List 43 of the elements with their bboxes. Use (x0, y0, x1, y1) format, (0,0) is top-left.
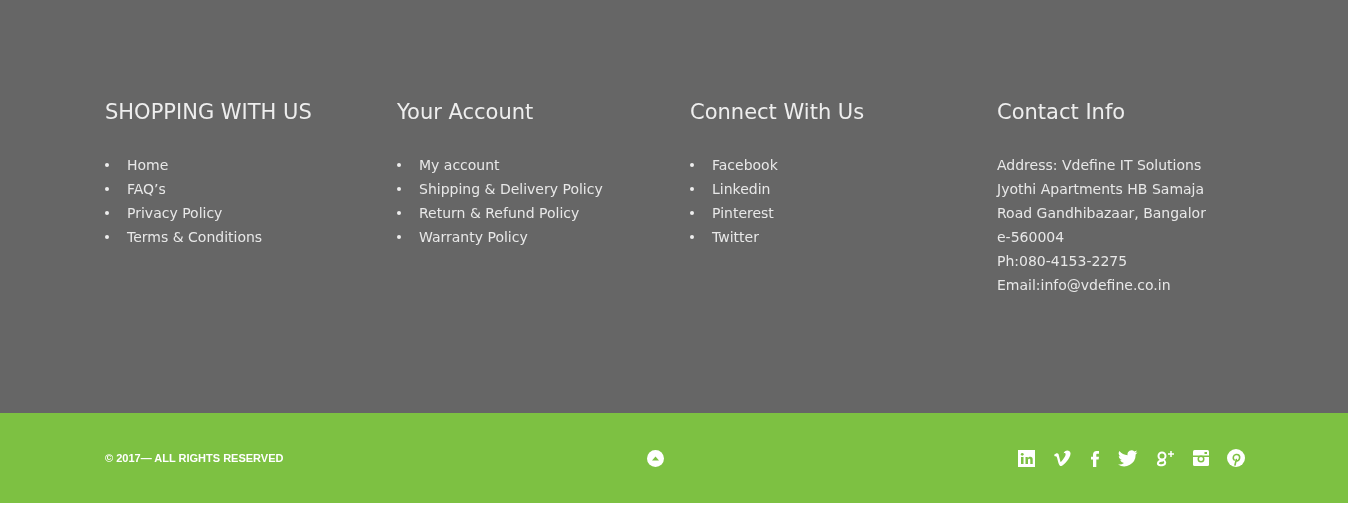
bullet-icon (690, 187, 694, 191)
linkedin-icon[interactable] (1018, 449, 1035, 467)
contact-line: Jyothi Apartments HB Samaja (997, 180, 1206, 199)
footer-link[interactable]: Facebook (712, 157, 778, 173)
footer-link[interactable]: FAQ’s (127, 181, 166, 197)
contact-line: Email:info@vdefine.co.in (997, 276, 1172, 295)
bird-icon[interactable] (1118, 449, 1138, 467)
contact-line: e-560004 (997, 228, 1066, 247)
bullet-icon (105, 187, 109, 191)
footer-link[interactable]: Pinterest (712, 205, 774, 221)
bullet-icon (690, 163, 694, 167)
bullet-icon (105, 235, 109, 239)
bullet-icon (397, 187, 401, 191)
contact-line: Ph:080-4153-2275 (997, 252, 1129, 271)
column-heading: Connect With Us (690, 99, 866, 126)
instagram-icon[interactable] (1193, 450, 1209, 466)
footer-link[interactable]: Terms & Conditions (127, 229, 263, 245)
bullet-icon (690, 235, 694, 239)
column-heading: SHOPPING WITH US (105, 99, 313, 126)
bullet-icon (397, 235, 401, 239)
footer-link[interactable]: Warranty Policy (419, 229, 528, 245)
vimeo-icon[interactable] (1053, 449, 1072, 467)
footer-link[interactable]: Twitter (712, 229, 759, 245)
footer-link[interactable]: Shipping & Delivery Policy (419, 181, 603, 197)
footer-link[interactable]: Linkedin (712, 181, 771, 197)
bullet-icon (397, 211, 401, 215)
bullet-icon (105, 211, 109, 215)
footer-link[interactable]: Return & Refund Policy (419, 205, 580, 221)
column-heading: Contact Info (997, 99, 1127, 126)
contact-line: Road Gandhibazaar, Bangalor (997, 204, 1207, 223)
google-plus-icon[interactable] (1156, 449, 1175, 467)
scroll-top-icon[interactable] (647, 449, 664, 467)
pinterest-icon[interactable] (1227, 449, 1245, 467)
bullet-icon (105, 163, 109, 167)
facebook-icon[interactable] (1090, 449, 1100, 467)
footer-link[interactable]: My account (419, 157, 500, 173)
bullet-icon (690, 211, 694, 215)
bullet-icon (397, 163, 401, 167)
copyright-text: © 2017— ALL RIGHTS RESERVED (105, 452, 285, 464)
column-heading: Your Account (397, 99, 535, 126)
contact-line: Address: Vdefine IT Solutions (997, 156, 1203, 175)
footer-link[interactable]: Home (127, 157, 169, 173)
footer-link[interactable]: Privacy Policy (127, 205, 223, 221)
